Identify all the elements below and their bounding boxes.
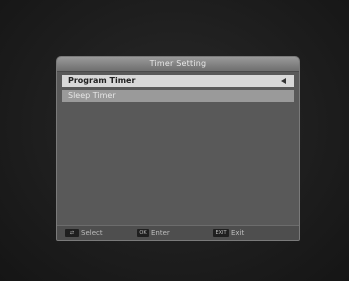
left-arrow-icon (281, 78, 286, 84)
menu-item-sleep-timer[interactable]: Sleep Timer (62, 90, 294, 102)
ok-key-icon: OK (137, 229, 149, 237)
dialog-title: Timer Setting (57, 57, 299, 72)
hint-select: ⇄ Select (65, 229, 103, 237)
footer-hints: ⇄ Select OK Enter EXIT Exit (57, 225, 299, 240)
timer-menu: Program Timer Sleep Timer (62, 75, 294, 105)
hint-label: Exit (231, 229, 245, 237)
hint-label: Enter (151, 229, 170, 237)
tv-screen: Timer Setting Program Timer Sleep Timer … (0, 0, 349, 281)
menu-item-label: Sleep Timer (68, 91, 116, 100)
hint-exit: EXIT Exit (213, 229, 244, 237)
exit-key-icon: EXIT (213, 229, 229, 237)
select-key-icon: ⇄ (65, 229, 79, 237)
menu-item-label: Program Timer (68, 76, 136, 85)
menu-item-program-timer[interactable]: Program Timer (62, 75, 294, 87)
timer-setting-dialog: Timer Setting Program Timer Sleep Timer … (56, 56, 300, 241)
hint-enter: OK Enter (137, 229, 170, 237)
hint-label: Select (81, 229, 103, 237)
